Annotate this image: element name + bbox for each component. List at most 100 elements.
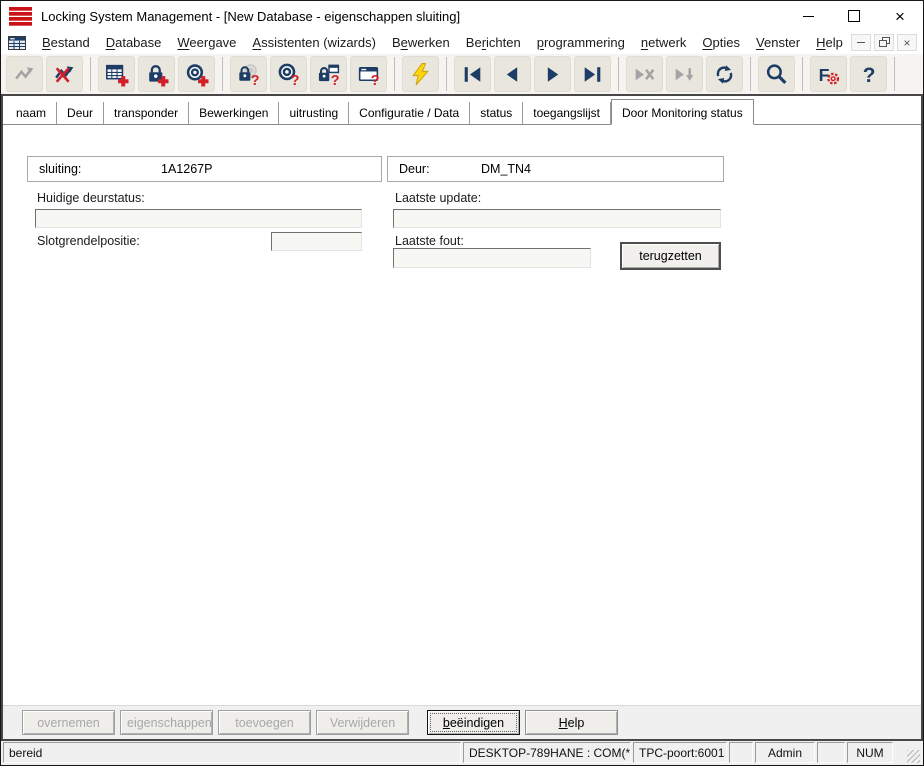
menu-item-programmering[interactable]: programmering xyxy=(529,35,633,50)
menu-item-help[interactable]: Help xyxy=(808,35,851,50)
huidige-deurstatus-input[interactable] xyxy=(35,209,362,228)
help-icon: ? xyxy=(856,62,881,87)
help-button[interactable]: Help xyxy=(525,710,618,735)
mdi-restore-icon xyxy=(879,37,890,48)
verwijderen-button: Verwijderen xyxy=(316,710,409,735)
first-record-button[interactable] xyxy=(454,56,491,92)
tab-bewerkingen[interactable]: Bewerkingen xyxy=(189,102,279,124)
last-record-button[interactable] xyxy=(574,56,611,92)
toolbar-separator xyxy=(750,57,751,91)
sluiting-value: 1A1267P xyxy=(161,162,212,176)
next-record-button[interactable] xyxy=(534,56,571,92)
record-apply-button xyxy=(666,56,703,92)
menu-item-opties[interactable]: Opties xyxy=(694,35,748,50)
toolbar-separator xyxy=(802,57,803,91)
program-button[interactable] xyxy=(402,56,439,92)
menu-item-berichten[interactable]: Berichten xyxy=(458,35,529,50)
status-host: DESKTOP-789HANE : COM(*) xyxy=(463,742,631,763)
mdi-restore-button[interactable] xyxy=(874,34,894,51)
status-empty-2 xyxy=(817,742,845,763)
toolbar-separator xyxy=(222,57,223,91)
redo-cancel-button[interactable] xyxy=(46,56,83,92)
toolbar-separator xyxy=(446,57,447,91)
menubar: BestandDatabaseWeergaveAssistenten (wiza… xyxy=(1,31,923,54)
prev-record-icon xyxy=(500,62,525,87)
status-user: Admin xyxy=(755,742,815,763)
toevoegen-button: toevoegen xyxy=(218,710,311,735)
toolbar-separator xyxy=(90,57,91,91)
read-card-button[interactable]: ? xyxy=(350,56,387,92)
undo-arrow-icon xyxy=(12,62,37,87)
tab-transponder[interactable]: transponder xyxy=(104,102,189,124)
deur-box: Deur: DM_TN4 xyxy=(387,156,724,182)
tab-toegangslijst[interactable]: toegangslijst xyxy=(523,102,611,124)
redo-arrow-cancel-icon xyxy=(52,62,77,87)
slotgrendelpositie-input[interactable] xyxy=(271,232,362,251)
maximize-button[interactable] xyxy=(831,1,877,31)
minimize-icon xyxy=(803,16,814,17)
new-lock-icon xyxy=(144,62,169,87)
menu-item-bestand[interactable]: Bestand xyxy=(34,35,98,50)
refresh-button[interactable] xyxy=(706,56,743,92)
search-button[interactable] xyxy=(758,56,795,92)
window-title: Locking System Management - [New Databas… xyxy=(41,9,785,24)
laatste-fout-label: Laatste fout: xyxy=(395,234,464,248)
close-icon: × xyxy=(895,8,905,25)
svg-text:?: ? xyxy=(371,72,380,86)
minimize-button[interactable] xyxy=(785,1,831,31)
menu-item-assistenten-wizards[interactable]: Assistenten (wizards) xyxy=(244,35,384,50)
door-monitoring-panel: sluiting: 1A1267P Deur: DM_TN4 Huidige d… xyxy=(3,125,921,705)
filter-settings-button[interactable]: F xyxy=(810,56,847,92)
filter-settings-icon: F xyxy=(816,62,841,87)
mdi-minimize-button[interactable] xyxy=(851,34,871,51)
new-locking-system-button[interactable] xyxy=(98,56,135,92)
tab-naam[interactable]: naam xyxy=(6,102,57,124)
mdi-close-button[interactable]: × xyxy=(897,34,917,51)
new-lock-button[interactable] xyxy=(138,56,175,92)
new-transponder-button[interactable] xyxy=(178,56,215,92)
new-locking-system-icon xyxy=(104,62,129,87)
record-delete-icon xyxy=(632,62,657,87)
app-window: Locking System Management - [New Databas… xyxy=(0,0,924,766)
read-lock-icon: ? xyxy=(236,62,261,87)
new-transponder-icon xyxy=(184,62,209,87)
tab-deur[interactable]: Deur xyxy=(57,102,104,124)
resize-grip[interactable] xyxy=(907,750,920,763)
status-port: TPC-poort:6001 xyxy=(633,742,727,763)
tab-door-monitoring-status[interactable]: Door Monitoring status xyxy=(611,99,754,125)
svg-text:?: ? xyxy=(863,63,876,86)
record-apply-icon xyxy=(672,62,697,87)
read-transponder-button[interactable]: ? xyxy=(270,56,307,92)
status-grip xyxy=(895,742,921,763)
svg-text:?: ? xyxy=(331,72,340,86)
program-lightning-icon xyxy=(408,62,433,87)
menu-item-netwerk[interactable]: netwerk xyxy=(633,35,695,50)
menu-item-weergave[interactable]: Weergave xyxy=(169,35,244,50)
deur-label: Deur: xyxy=(399,162,430,176)
slotgrendelpositie-label: Slotgrendelpositie: xyxy=(37,234,140,248)
read-network-lock-button[interactable]: ? xyxy=(310,56,347,92)
laatste-update-label: Laatste update: xyxy=(395,191,481,205)
help-button[interactable]: ? xyxy=(850,56,887,92)
document-window-icon xyxy=(8,35,27,51)
app-logo-icon xyxy=(9,7,32,26)
menu-item-database[interactable]: Database xyxy=(98,35,170,50)
statusbar: bereidDESKTOP-789HANE : COM(*)TPC-poort:… xyxy=(1,741,923,765)
tab-strip: naamDeurtransponderBewerkingenuitrusting… xyxy=(3,96,921,125)
terugzetten-button[interactable]: terugzetten xyxy=(620,242,721,270)
menu-item-venster[interactable]: Venster xyxy=(748,35,808,50)
close-button[interactable]: × xyxy=(877,1,923,31)
overnemen-button: overnemen xyxy=(22,710,115,735)
toolbar: ???? F? xyxy=(1,54,923,94)
laatste-fout-input[interactable] xyxy=(393,248,591,268)
menu-item-bewerken[interactable]: Bewerken xyxy=(384,35,458,50)
tab-status[interactable]: status xyxy=(470,102,523,124)
tab-uitrusting[interactable]: uitrusting xyxy=(279,102,349,124)
previous-record-button[interactable] xyxy=(494,56,531,92)
record-delete-button xyxy=(626,56,663,92)
laatste-update-input[interactable] xyxy=(393,209,721,228)
read-lock-button[interactable]: ? xyxy=(230,56,267,92)
be-indigen-button[interactable]: beëindigen xyxy=(427,710,520,735)
toolbar-separator xyxy=(394,57,395,91)
tab-configuratie-data[interactable]: Configuratie / Data xyxy=(349,102,470,124)
